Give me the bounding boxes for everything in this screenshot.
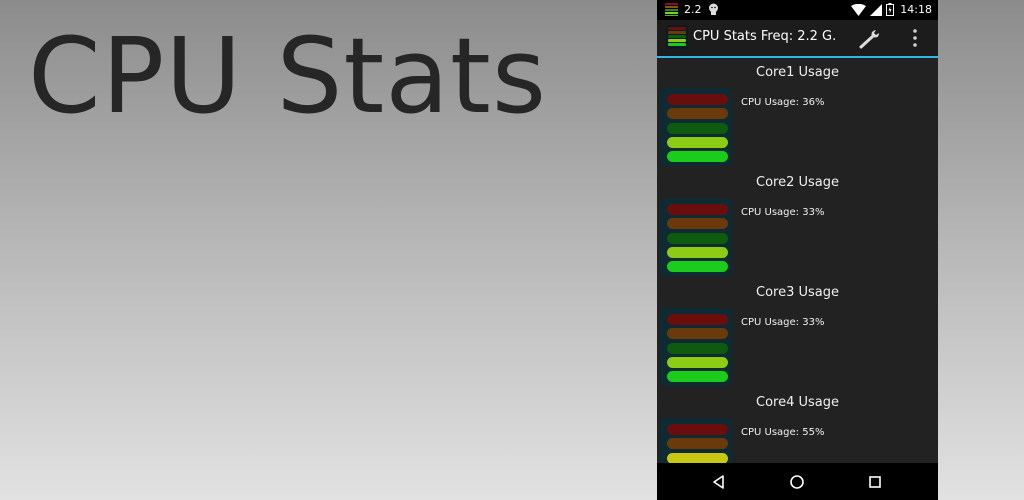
cpu-usage-text: CPU Usage: 55% [741,427,825,438]
cpu-usage-text: CPU Usage: 33% [741,207,825,218]
back-icon[interactable] [709,472,729,492]
recents-icon[interactable] [865,472,885,492]
status-bar: 2.2 14:18 [657,0,938,20]
signal-icon [870,3,883,16]
action-bar: CPU Stats Freq: 2.2 G. [657,20,938,58]
status-left-text: 2.2 [684,3,702,16]
core-card: Core4 Usage CPU Usage: 55% [657,388,938,463]
app-title: CPU Stats Freq: 2.2 G. [693,29,837,44]
wrench-icon[interactable] [859,27,883,49]
phone-screen: 2.2 14:18 CPU Stats Freq: 2.2 G. Core1 U… [657,0,938,500]
core-card: Core3 Usage CPU Usage: 33% [657,278,938,388]
app-icon[interactable] [666,25,688,49]
core-title: Core2 Usage [756,175,839,190]
battery-charging-icon [886,3,895,16]
core-title: Core3 Usage [756,285,839,300]
overflow-menu-icon[interactable] [909,28,921,48]
android-icon [708,3,718,15]
wifi-icon [851,3,867,16]
core-card: Core1 Usage CPU Usage: 36% [657,58,938,168]
promo-title: CPU Stats [28,15,547,137]
cpu-usage-text: CPU Usage: 36% [741,97,825,108]
core-title: Core4 Usage [756,395,839,410]
cpu-meter-icon [665,3,678,16]
cpu-meter-icon [660,418,732,463]
cpu-meter-icon [660,198,732,276]
core-list: Core1 Usage CPU Usage: 36% Core2 Usage C… [657,58,938,463]
cpu-meter-icon [660,308,732,386]
cpu-usage-text: CPU Usage: 33% [741,317,825,328]
navigation-bar [657,463,938,500]
cpu-meter-icon [660,88,732,166]
core-title: Core1 Usage [756,65,839,80]
home-icon[interactable] [787,472,807,492]
core-card: Core2 Usage CPU Usage: 33% [657,168,938,278]
status-time: 14:18 [900,3,932,16]
